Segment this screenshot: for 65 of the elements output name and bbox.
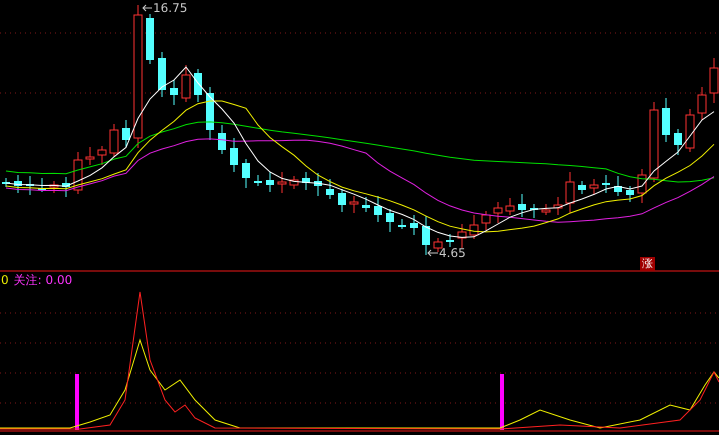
candlestick	[554, 196, 562, 216]
price-label: 4.65	[439, 246, 466, 260]
arrow-icon	[427, 250, 438, 256]
candlestick	[242, 158, 250, 188]
candlestick	[26, 176, 34, 196]
candlestick	[158, 52, 166, 98]
candlestick	[302, 172, 310, 190]
indicator-bar	[500, 374, 504, 430]
candlestick	[278, 172, 286, 194]
candlestick	[662, 98, 670, 142]
candlestick	[446, 234, 454, 248]
candlestick	[698, 86, 706, 120]
candlestick	[170, 80, 178, 106]
candlestick	[50, 180, 58, 194]
candlestick	[266, 172, 274, 192]
candlestick	[494, 202, 502, 224]
indicator-reading: 关注: 0.00	[14, 273, 72, 287]
candlestick	[38, 178, 46, 192]
candlestick	[410, 214, 418, 236]
candlestick	[566, 172, 574, 214]
candlestick	[686, 108, 694, 152]
candlestick	[506, 198, 514, 216]
candlestick	[194, 68, 202, 102]
candlestick	[74, 152, 82, 194]
candlestick	[590, 178, 598, 196]
candlestick	[122, 120, 130, 148]
rise-badge: 涨	[640, 257, 655, 271]
candlestick	[230, 138, 238, 172]
candlestick	[374, 196, 382, 222]
candlestick	[86, 146, 94, 166]
price-label: 16.75	[153, 1, 188, 15]
candlestick	[422, 216, 430, 256]
candlestick	[482, 210, 490, 230]
candlestick	[206, 86, 214, 140]
candlestick	[602, 174, 610, 194]
candlestick	[62, 176, 70, 198]
candlestick	[2, 178, 10, 188]
candlestick	[458, 224, 466, 248]
candlestick	[254, 174, 262, 186]
candlestick	[326, 178, 334, 200]
candlestick	[578, 180, 586, 194]
indicator-value: 0	[1, 273, 9, 287]
candlestick	[110, 124, 118, 158]
candlestick	[350, 196, 358, 214]
candlestick	[182, 64, 190, 102]
candlestick	[638, 168, 646, 204]
candlestick	[14, 174, 22, 194]
candlestick	[542, 204, 550, 216]
candlestick	[362, 196, 370, 212]
candlestick	[614, 176, 622, 196]
candlestick	[290, 176, 298, 190]
candlestick	[386, 208, 394, 232]
candlestick	[530, 204, 538, 218]
candlestick	[626, 186, 634, 202]
candlestick	[518, 194, 526, 218]
candlestick	[146, 14, 154, 64]
candlestick	[98, 146, 106, 166]
candlestick	[674, 128, 682, 156]
indicator-bar	[75, 374, 79, 430]
candlestick	[398, 218, 406, 230]
candlestick	[470, 214, 478, 240]
candlestick	[218, 124, 226, 154]
arrow-icon	[142, 4, 152, 12]
candlestick	[314, 172, 322, 196]
candlestick	[338, 188, 346, 212]
